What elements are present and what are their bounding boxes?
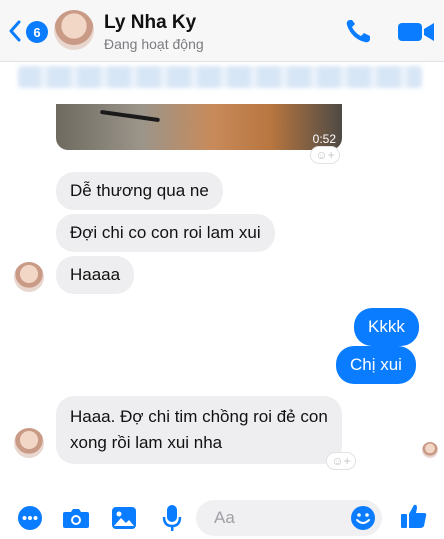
add-reaction-icon[interactable]: ☺+: [310, 146, 340, 164]
like-icon: [401, 504, 427, 528]
message-received[interactable]: Dễ thương qua ne: [56, 172, 223, 210]
emoji-button[interactable]: [350, 505, 376, 531]
composer-bar: Aa: [0, 494, 444, 539]
back-icon: [9, 20, 21, 42]
video-duration: 0:52: [312, 132, 336, 146]
video-frame: [100, 109, 160, 123]
message-line: xong rồi lam xui nha: [70, 433, 223, 452]
more-icon: [18, 506, 42, 530]
more-button[interactable]: [16, 504, 44, 532]
gallery-icon: [112, 507, 136, 529]
call-button[interactable]: [344, 18, 372, 44]
blurred-text: [18, 66, 422, 88]
contact-avatar[interactable]: [54, 10, 94, 50]
message-placeholder: Aa: [214, 508, 235, 527]
message-line: Haaa. Đợ chi tim chồng roi đẻ con: [70, 407, 328, 426]
like-button[interactable]: [400, 502, 428, 530]
phone-icon: [346, 20, 370, 43]
video-call-button[interactable]: [396, 20, 436, 44]
message-input[interactable]: Aa: [196, 500, 382, 536]
message-sent[interactable]: Chị xui: [336, 346, 416, 384]
message-received[interactable]: Haaaa: [56, 256, 135, 294]
video-message[interactable]: 0:52: [56, 104, 342, 150]
sender-avatar: [14, 262, 44, 292]
sender-avatar: [14, 428, 44, 458]
voice-button[interactable]: [158, 504, 186, 532]
contact-name[interactable]: Ly Nha Ky: [104, 12, 196, 34]
microphone-icon: [162, 505, 182, 531]
gallery-button[interactable]: [110, 504, 138, 532]
back-button[interactable]: 6: [8, 16, 48, 46]
conversation-header: 6 Ly Nha Ky Đang hoạt động: [0, 0, 444, 62]
video-call-icon: [398, 23, 434, 41]
message-sent[interactable]: Kkkk: [354, 308, 419, 346]
seen-avatar: [422, 442, 438, 458]
camera-icon: [63, 509, 89, 528]
camera-button[interactable]: [62, 504, 90, 532]
unread-badge: 6: [26, 21, 48, 43]
message-received[interactable]: Đợi chi co con roi lam xui: [56, 214, 275, 252]
add-reaction-icon[interactable]: ☺+: [326, 452, 356, 470]
message-received[interactable]: Haaa. Đợ chi tim chồng roi đẻ con xong r…: [56, 396, 342, 464]
emoji-icon: [351, 506, 375, 530]
active-status: Đang hoạt động: [104, 36, 204, 52]
